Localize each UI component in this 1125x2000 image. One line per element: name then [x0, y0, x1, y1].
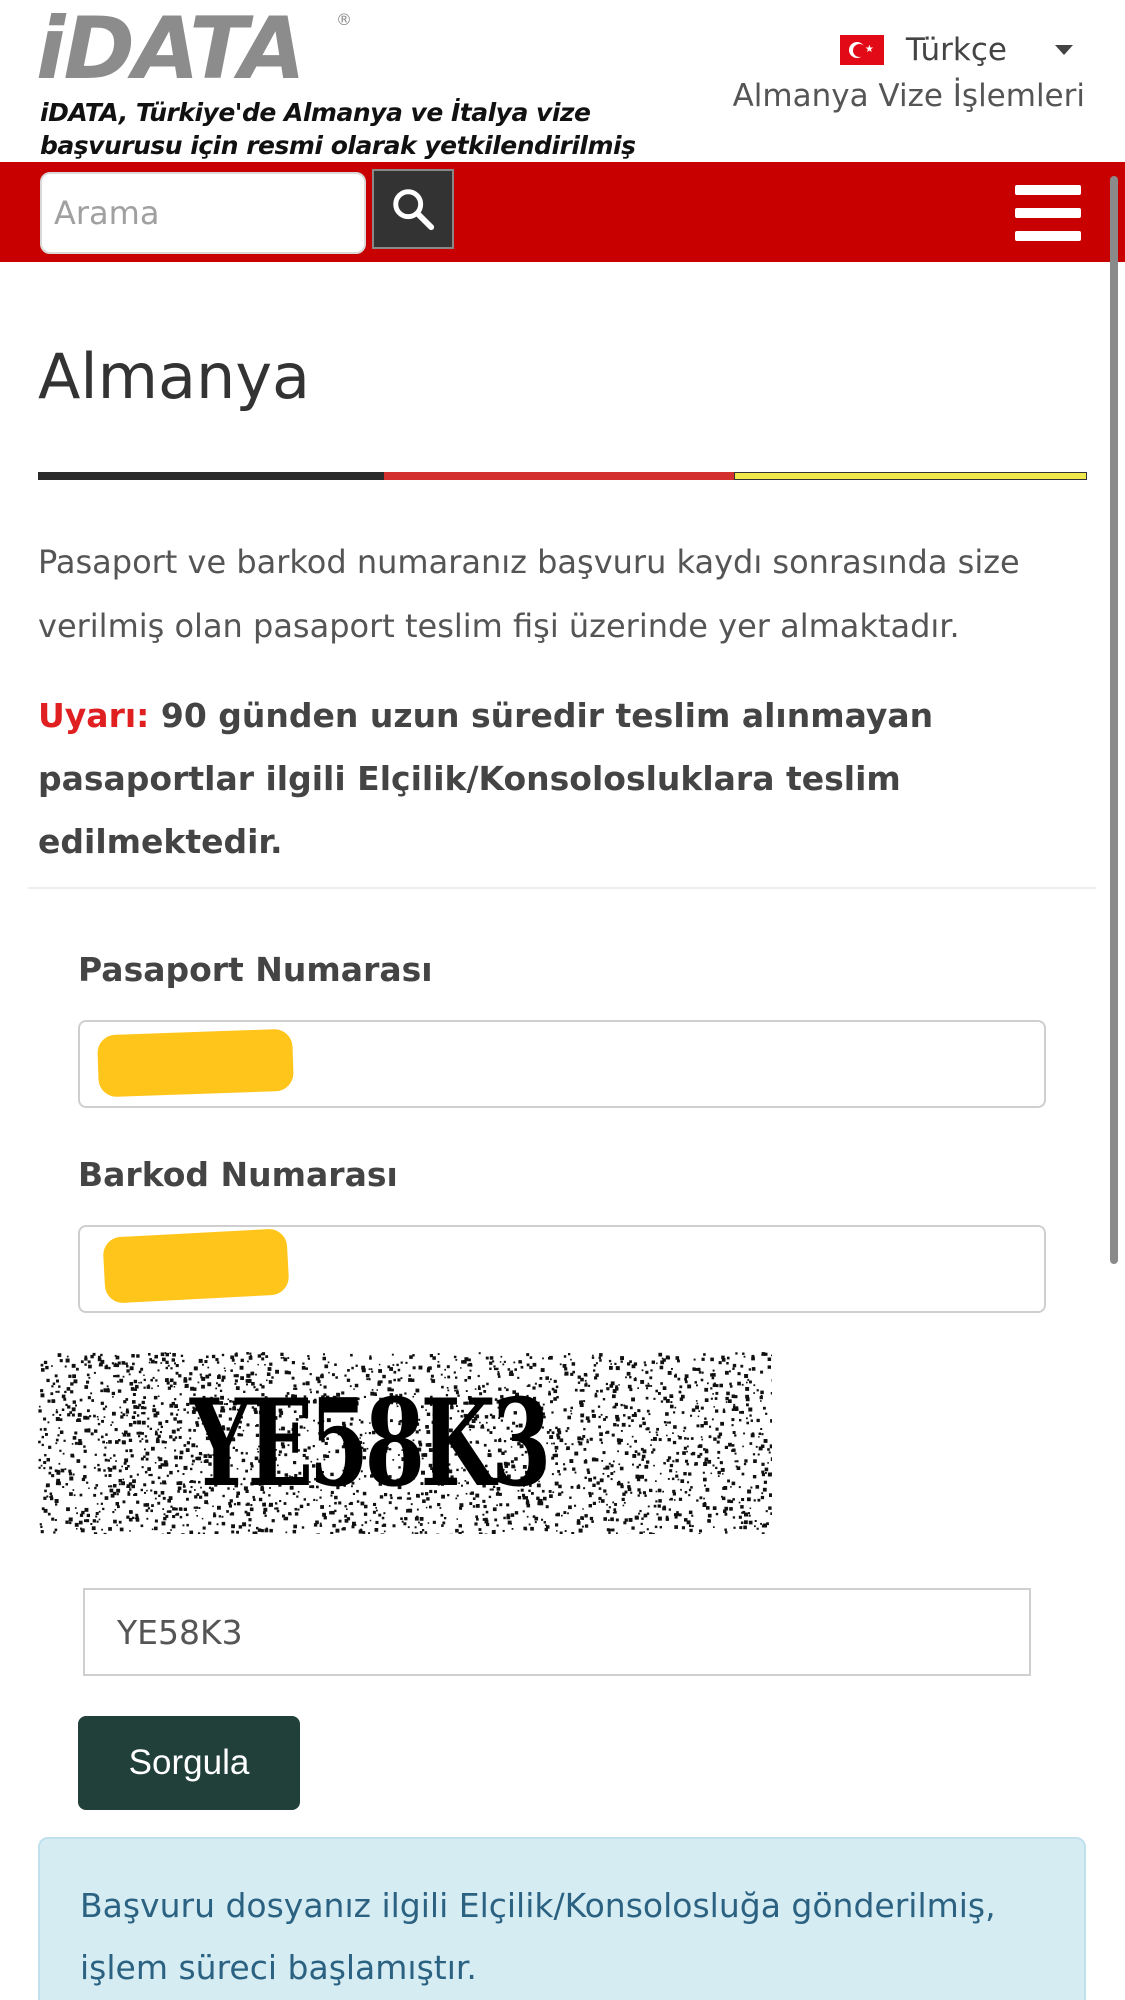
redaction-mark — [96, 1028, 295, 1098]
search-input[interactable] — [40, 172, 366, 254]
turkey-flag-icon: ★ — [839, 35, 884, 65]
page-title: Almanya — [38, 340, 311, 413]
warning-text: Uyarı: 90 günden uzun süredir teslim alı… — [38, 684, 1078, 873]
registered-mark: ® — [336, 10, 352, 29]
captcha-text: YE58K3 — [190, 1373, 551, 1514]
chevron-down-icon — [1055, 45, 1073, 55]
german-flag-divider — [38, 472, 1087, 480]
site-header: iDATA ® iDATA, Türkiye'de Almanya ve İta… — [0, 0, 1125, 162]
barcode-label: Barkod Numarası — [78, 1155, 398, 1194]
captcha-image: YE58K3 — [38, 1352, 772, 1534]
logo-text: iDATA — [36, 0, 306, 99]
search-icon — [393, 189, 435, 231]
info-text: Pasaport ve barkod numaranız başvuru kay… — [38, 543, 1020, 645]
idata-logo[interactable]: iDATA ® — [36, 6, 352, 92]
language-selector[interactable]: ★ Türkçe — [839, 30, 1073, 70]
passport-label: Pasaport Numarası — [78, 950, 433, 989]
tagline: iDATA, Türkiye'de Almanya ve İtalya vize… — [40, 98, 636, 160]
search-button[interactable] — [372, 169, 454, 249]
warning-label: Uyarı: — [38, 696, 150, 735]
redaction-mark — [102, 1228, 290, 1304]
status-alert: Başvuru dosyanız ilgili Elçilik/Konsolos… — [38, 1837, 1086, 2000]
captcha-input[interactable]: YE58K3 — [83, 1588, 1031, 1676]
passport-input[interactable] — [78, 1020, 1046, 1108]
submit-button[interactable]: Sorgula — [78, 1716, 300, 1810]
warning-message: 90 günden uzun süredir teslim alınmayan … — [38, 696, 934, 861]
language-label: Türkçe — [905, 32, 1007, 68]
scrollbar[interactable] — [1110, 176, 1118, 1264]
menu-icon[interactable] — [1015, 185, 1081, 241]
divider — [28, 887, 1096, 889]
subnav-link[interactable]: Almanya Vize İşlemleri — [733, 78, 1085, 114]
barcode-input[interactable] — [78, 1225, 1046, 1313]
